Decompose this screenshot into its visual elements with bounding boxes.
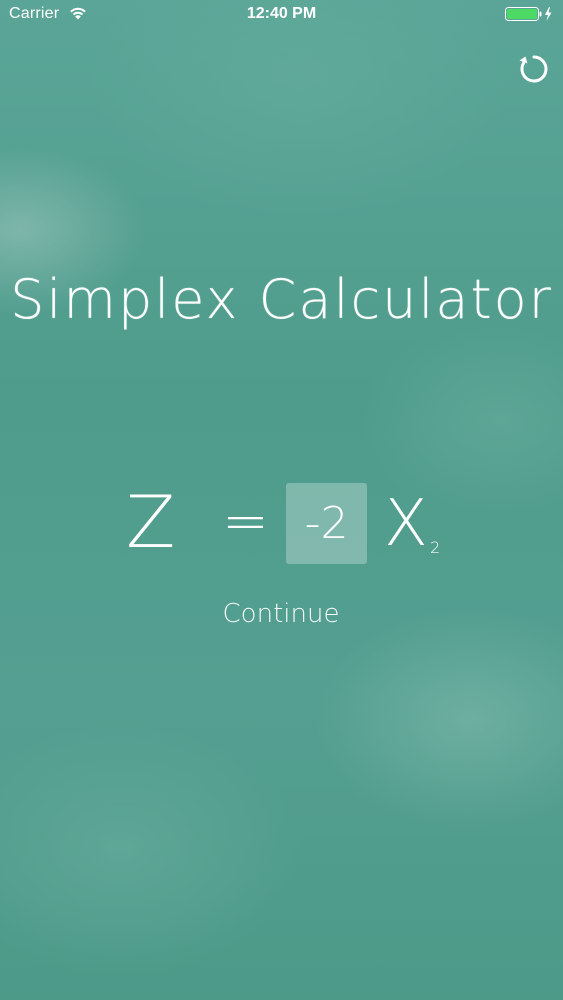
reset-button[interactable]: [517, 52, 551, 86]
objective-equation: Z = X 2: [0, 476, 563, 572]
coefficient-input[interactable]: [286, 483, 367, 564]
decision-variable: X: [384, 487, 428, 561]
battery-icon: [505, 7, 552, 21]
objective-variable-z: Z: [126, 480, 176, 564]
variable-subscript: 2: [430, 538, 441, 557]
refresh-icon: [519, 55, 548, 83]
equals-sign: =: [222, 489, 269, 554]
clock-time: 12:40 PM: [246, 5, 317, 22]
page-title: Simplex Calculator: [10, 268, 553, 331]
status-bar: Carrier 12:40 PM: [0, 0, 563, 30]
continue-button[interactable]: Continue: [181, 594, 381, 634]
